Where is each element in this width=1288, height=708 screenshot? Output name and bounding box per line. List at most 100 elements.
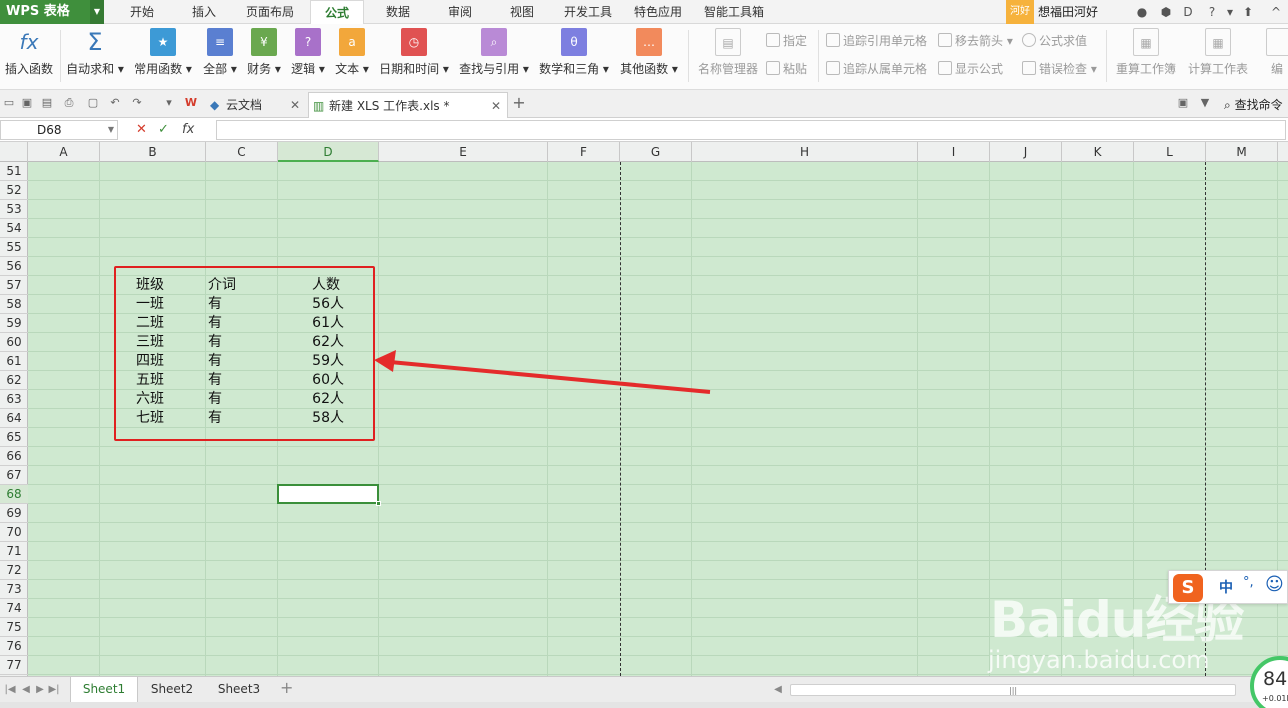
column-header-k[interactable]: K xyxy=(1062,142,1134,162)
column-header-f[interactable]: F xyxy=(548,142,620,162)
sheet-tab-3[interactable]: Sheet3 xyxy=(206,677,272,702)
chevron-down-icon[interactable]: ▼ xyxy=(108,121,114,139)
row-header[interactable]: 74 xyxy=(0,599,28,618)
edit-button[interactable]: 编 xyxy=(1266,28,1288,77)
tab-developer[interactable]: 开发工具 xyxy=(558,0,618,24)
chevron-down-icon[interactable]: ▾ xyxy=(162,96,176,110)
row-header[interactable]: 51 xyxy=(0,162,28,181)
row-header[interactable]: 61 xyxy=(0,352,28,371)
tab-workbook[interactable]: ▥ 新建 XLS 工作表.xls * ✕ xyxy=(308,92,508,118)
recalc-workbook-button[interactable]: ▦ 重算工作簿 xyxy=(1114,28,1178,77)
monitor-icon[interactable]: ▣ xyxy=(1176,96,1190,110)
row-header[interactable]: 54 xyxy=(0,219,28,238)
lookup-reference-button[interactable]: ⌕ 查找与引用 ▾ xyxy=(458,28,530,77)
select-all-corner[interactable] xyxy=(0,142,28,162)
close-icon[interactable]: ✕ xyxy=(290,92,300,118)
row-header[interactable]: 69 xyxy=(0,504,28,523)
trace-dependents-button[interactable]: 追踪从属单元格 xyxy=(826,60,927,77)
undo-icon[interactable]: ↶ xyxy=(108,96,122,110)
emoji-icon[interactable]: ☺ xyxy=(1265,574,1284,595)
row-header[interactable]: 52 xyxy=(0,181,28,200)
row-header[interactable]: 57 xyxy=(0,276,28,295)
column-header-j[interactable]: J xyxy=(990,142,1062,162)
row-header[interactable]: 72 xyxy=(0,561,28,580)
column-header-a[interactable]: A xyxy=(28,142,100,162)
prev-sheet-icon[interactable]: ◀ xyxy=(20,683,32,697)
formula-input[interactable] xyxy=(216,120,1286,140)
column-header-e[interactable]: E xyxy=(379,142,548,162)
insert-function-button[interactable]: fx 插入函数 xyxy=(4,28,54,77)
wps-logo-icon[interactable]: W xyxy=(184,96,198,110)
tab-page-layout[interactable]: 页面布局 xyxy=(240,0,300,24)
name-box[interactable]: D68 ▼ xyxy=(0,120,118,140)
add-sheet-icon[interactable]: + xyxy=(280,680,293,696)
new-tab-icon[interactable]: + xyxy=(512,95,526,111)
redo-icon[interactable]: ↷ xyxy=(130,96,144,110)
tab-cloud-docs[interactable]: ◆ 云文档 ✕ xyxy=(206,92,306,118)
row-header[interactable]: 56 xyxy=(0,257,28,276)
chevron-down-icon[interactable]: ▾ xyxy=(1222,4,1238,20)
row-header[interactable]: 73 xyxy=(0,580,28,599)
row-header[interactable]: 76 xyxy=(0,637,28,656)
column-header-g[interactable]: G xyxy=(620,142,692,162)
all-functions-button[interactable]: ≡ 全部 ▾ xyxy=(202,28,238,77)
print-icon[interactable]: ⎙ xyxy=(62,96,76,110)
scroll-left-icon[interactable]: ◀ xyxy=(772,683,784,697)
tab-review[interactable]: 审阅 xyxy=(436,0,484,24)
calc-sheet-button[interactable]: ▦ 计算工作表 xyxy=(1186,28,1250,77)
row-header[interactable]: 65 xyxy=(0,428,28,447)
cancel-icon[interactable]: ✕ xyxy=(136,121,147,139)
user-badge[interactable]: 河好 xyxy=(1006,0,1034,24)
remove-arrows-button[interactable]: 移去箭头 ▾ xyxy=(938,32,1013,49)
fill-handle[interactable] xyxy=(376,501,381,506)
show-formulas-button[interactable]: 显示公式 xyxy=(938,60,1003,77)
autosum-button[interactable]: Σ 自动求和 ▾ xyxy=(66,28,124,77)
tab-view[interactable]: 视图 xyxy=(498,0,546,24)
tab-formulas[interactable]: 公式 xyxy=(310,0,364,24)
scroll-grip-icon[interactable]: ||| xyxy=(1009,686,1017,695)
gear-icon[interactable]: ⬢ xyxy=(1158,4,1174,20)
financial-button[interactable]: ¥ 财务 ▾ xyxy=(246,28,282,77)
sogou-ime-icon[interactable]: S xyxy=(1173,574,1203,602)
row-header[interactable]: 75 xyxy=(0,618,28,637)
math-trig-button[interactable]: θ 数学和三角 ▾ xyxy=(538,28,610,77)
row-header[interactable]: 67 xyxy=(0,466,28,485)
open-folder-icon[interactable]: ▭ xyxy=(2,96,16,110)
tab-insert[interactable]: 插入 xyxy=(180,0,228,24)
next-sheet-icon[interactable]: ▶ xyxy=(34,683,46,697)
error-check-button[interactable]: 错误检查 ▾ xyxy=(1022,60,1097,77)
row-header[interactable]: 70 xyxy=(0,523,28,542)
active-cell-d68[interactable] xyxy=(277,484,381,506)
sheet-tab-1[interactable]: Sheet1 xyxy=(70,677,138,702)
ime-punctuation-toggle[interactable]: °, xyxy=(1243,575,1254,590)
column-header-d[interactable]: D xyxy=(278,142,379,162)
row-header[interactable]: 53 xyxy=(0,200,28,219)
user-name[interactable]: 想福田河好 xyxy=(1038,0,1098,24)
row-header[interactable]: 58 xyxy=(0,295,28,314)
row-header[interactable]: 55 xyxy=(0,238,28,257)
ime-mode-toggle[interactable]: 中 xyxy=(1219,577,1233,597)
function-icon[interactable]: fx xyxy=(182,121,194,139)
horizontal-scrollbar[interactable]: ||| xyxy=(790,684,1236,696)
close-icon[interactable]: ✕ xyxy=(491,93,501,119)
row-header[interactable]: 64 xyxy=(0,409,28,428)
row-header[interactable]: 71 xyxy=(0,542,28,561)
column-header-i[interactable]: I xyxy=(918,142,990,162)
sheet-tab-2[interactable]: Sheet2 xyxy=(140,677,204,702)
column-header-c[interactable]: C xyxy=(206,142,278,162)
shield-icon[interactable]: ● xyxy=(1134,4,1150,20)
help-icon[interactable]: ? xyxy=(1204,4,1220,20)
row-header[interactable]: 63 xyxy=(0,390,28,409)
other-functions-button[interactable]: … 其他函数 ▾ xyxy=(618,28,680,77)
common-functions-button[interactable]: ★ 常用函数 ▾ xyxy=(134,28,192,77)
evaluate-formula-button[interactable]: 公式求值 xyxy=(1022,32,1087,49)
minimize-ribbon-icon[interactable]: ^ xyxy=(1268,4,1284,20)
logical-button[interactable]: ? 逻辑 ▾ xyxy=(290,28,326,77)
assign-button[interactable]: 指定 xyxy=(766,32,807,49)
last-sheet-icon[interactable]: ▶| xyxy=(48,683,60,697)
row-header[interactable]: 60 xyxy=(0,333,28,352)
tab-smart-toolbox[interactable]: 智能工具箱 xyxy=(700,0,768,24)
first-sheet-icon[interactable]: |◀ xyxy=(4,683,16,697)
find-command-button[interactable]: ⌕ 查找命令 xyxy=(1224,96,1283,113)
text-button[interactable]: a 文本 ▾ xyxy=(334,28,370,77)
